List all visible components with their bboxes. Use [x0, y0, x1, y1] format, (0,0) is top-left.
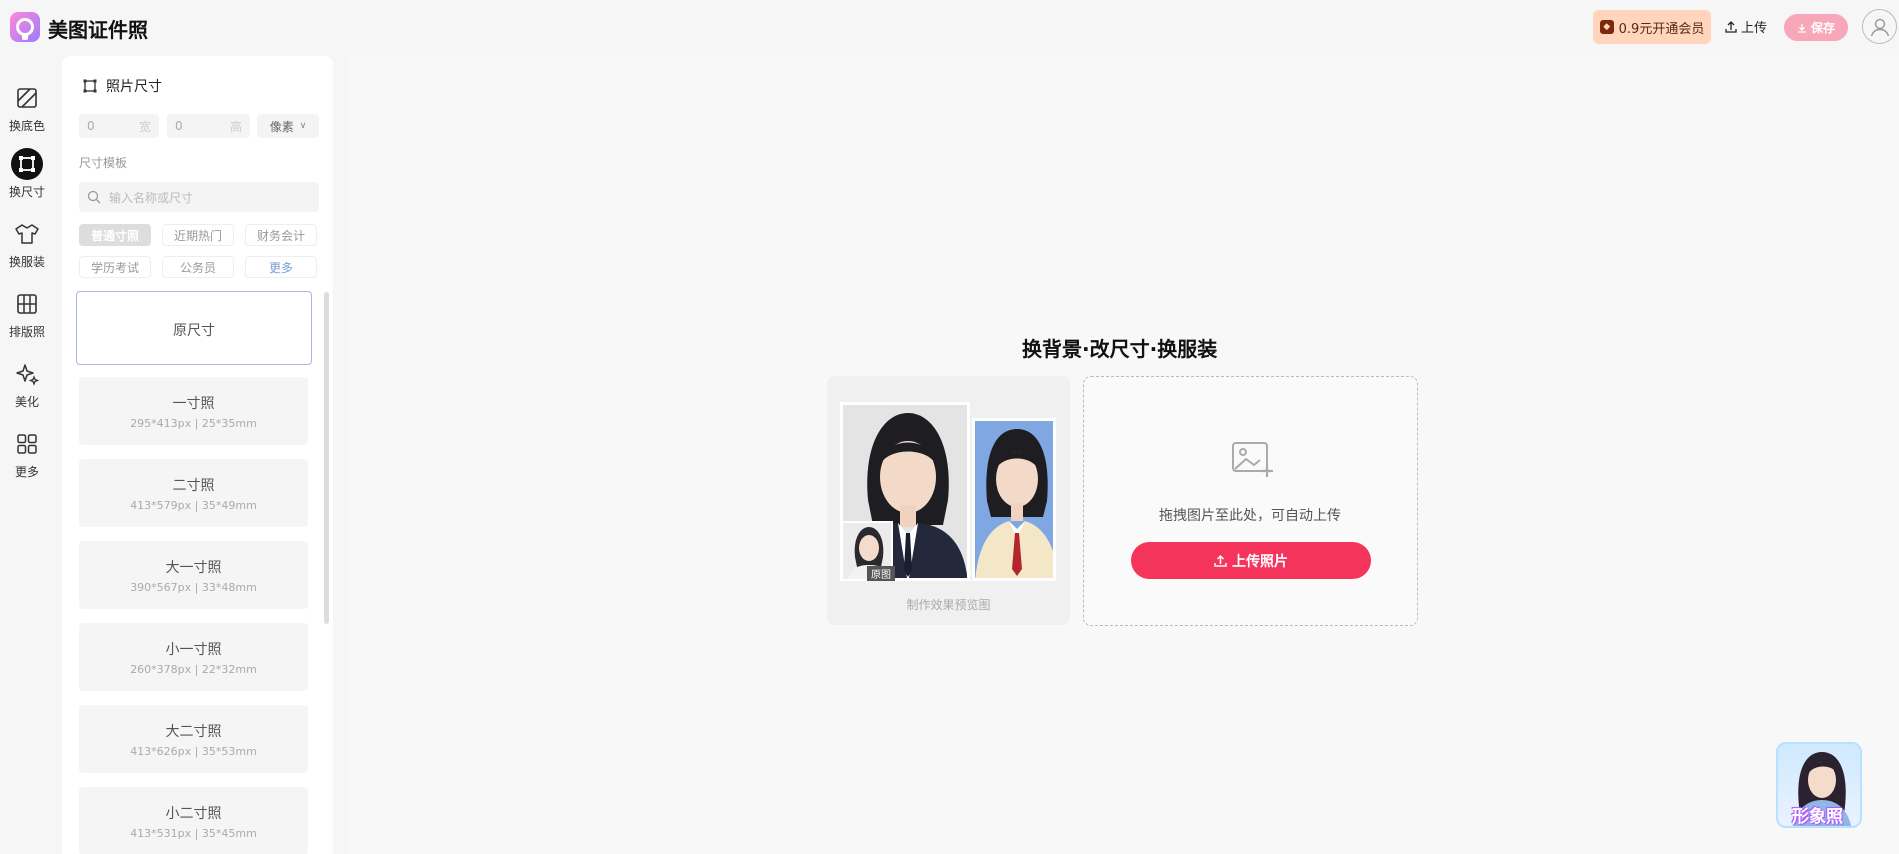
vip-button[interactable]: ◆ 0.9元开通会员 [1593, 10, 1711, 44]
size-spec: 295*413px | 25*35mm [130, 417, 257, 430]
search-placeholder: 输入名称或尺寸 [109, 190, 194, 205]
rail-label: 美化 [14, 395, 39, 409]
effect-preview: 原图 制作效果预览图 [827, 376, 1070, 625]
rail-label: 换服装 [8, 255, 45, 269]
size-card[interactable]: 一寸照 295*413px | 25*35mm [79, 377, 308, 445]
category-tab[interactable]: 公务员 [162, 256, 234, 278]
size-name: 小一寸照 [165, 642, 222, 658]
width-value: 0 [87, 119, 95, 133]
upload-label: 上传 [1741, 21, 1768, 36]
upload-photo-label: 上传照片 [1232, 553, 1288, 570]
original-tag: 原图 [867, 566, 895, 581]
rail-label: 换尺寸 [8, 185, 45, 199]
upload-icon [1214, 554, 1227, 567]
category-tab[interactable]: 财务会计 [245, 224, 317, 246]
category-tab[interactable]: 近期热门 [162, 224, 234, 246]
preview-photo-blue [972, 418, 1056, 581]
size-card-original[interactable]: 原尺寸 [76, 291, 312, 365]
size-spec: 413*626px | 35*53mm [130, 745, 257, 758]
height-suffix: 高 [229, 119, 242, 134]
rail-item-more[interactable]: 更多 [0, 428, 54, 480]
chevron-down-icon: ∨ [299, 121, 307, 131]
template-label: 尺寸模板 [79, 156, 128, 170]
rail-item-background[interactable]: 换底色 [0, 82, 54, 134]
size-name: 小二寸照 [165, 806, 222, 822]
height-value: 0 [175, 119, 183, 133]
app-title: 美图证件照 [48, 18, 148, 42]
size-card[interactable]: 小二寸照 413*531px | 35*45mm [79, 787, 308, 854]
size-name: 原尺寸 [173, 323, 215, 339]
save-label: 保存 [1810, 21, 1835, 35]
unit-select[interactable]: 像素 ∨ [257, 114, 319, 138]
rail-item-resize[interactable]: 换尺寸 [0, 148, 54, 200]
size-spec: 390*567px | 33*48mm [130, 581, 257, 594]
sparkle-icon [11, 358, 43, 390]
resize-icon [11, 148, 43, 180]
upload-dropzone[interactable]: 拖拽图片至此处，可自动上传 上传照片 [1083, 376, 1418, 626]
category-tab[interactable]: 普通寸照 [79, 224, 151, 246]
size-card[interactable]: 二寸照 413*579px | 35*49mm [79, 459, 308, 527]
upload-photo-button[interactable]: 上传照片 [1131, 542, 1371, 579]
search-icon [87, 190, 101, 204]
tool-rail: 换底色 换尺寸 换服装 排版照 美化 更多 [0, 56, 54, 854]
portrait-promo-badge[interactable]: 形象照 [1776, 742, 1862, 828]
width-suffix: 宽 [138, 119, 151, 134]
width-input[interactable]: 0 宽 [79, 114, 159, 138]
rail-label: 换底色 [8, 119, 45, 133]
diamond-icon: ◆ [1599, 20, 1614, 34]
upload-button[interactable]: 上传 [1725, 17, 1767, 36]
rail-item-beautify[interactable]: 美化 [0, 358, 54, 410]
panel-title: 照片尺寸 [82, 76, 162, 96]
size-panel: 照片尺寸 0 宽 0 高 像素 ∨ 尺寸模板 输入名称或尺寸 普通寸照 近期热门… [62, 56, 333, 854]
size-name: 一寸照 [172, 396, 215, 412]
size-card[interactable]: 大一寸照 390*567px | 33*48mm [79, 541, 308, 609]
rail-item-clothing[interactable]: 换服装 [0, 218, 54, 270]
grid-layout-icon [11, 288, 43, 320]
category-tab[interactable]: 学历考试 [79, 256, 151, 278]
rail-label: 排版照 [8, 325, 45, 339]
crop-icon [83, 79, 97, 93]
size-card[interactable]: 小一寸照 260*378px | 22*32mm [79, 623, 308, 691]
hero-title: 换背景·改尺寸·换服装 [1022, 337, 1218, 361]
rail-label: 更多 [14, 465, 39, 479]
height-input[interactable]: 0 高 [167, 114, 250, 138]
download-icon [1797, 23, 1806, 33]
more-categories[interactable]: 更多 [245, 256, 317, 278]
vip-label: 0.9元开通会员 [1618, 21, 1705, 37]
save-button[interactable]: 保存 [1784, 14, 1848, 41]
add-image-icon [1231, 441, 1275, 483]
size-card[interactable]: 大二寸照 413*626px | 35*53mm [79, 705, 308, 773]
apps-icon [11, 428, 43, 460]
size-name: 二寸照 [172, 478, 215, 494]
user-icon [1870, 18, 1889, 36]
size-spec: 413*531px | 35*45mm [130, 827, 257, 840]
unit-value: 像素 [269, 119, 294, 134]
preview-caption: 制作效果预览图 [906, 598, 991, 612]
badge-text: 形象照 [1792, 807, 1843, 827]
size-name: 大一寸照 [165, 560, 222, 576]
app-logo[interactable] [10, 12, 40, 42]
panel-scrollbar[interactable] [324, 292, 329, 624]
shirt-icon [11, 218, 43, 250]
size-spec: 413*579px | 35*49mm [130, 499, 257, 512]
panel-title-text: 照片尺寸 [106, 79, 162, 95]
rail-item-layout[interactable]: 排版照 [0, 288, 54, 340]
background-color-icon [11, 82, 43, 114]
top-bar: 美图证件照 ◆ 0.9元开通会员 上传 保存 [0, 0, 1899, 56]
upload-icon [1725, 20, 1737, 33]
size-name: 大二寸照 [165, 724, 222, 740]
dropzone-hint: 拖拽图片至此处，可自动上传 [1159, 508, 1341, 524]
size-spec: 260*378px | 22*32mm [130, 663, 257, 676]
user-avatar[interactable] [1862, 9, 1897, 44]
size-search-input[interactable]: 输入名称或尺寸 [79, 182, 319, 212]
